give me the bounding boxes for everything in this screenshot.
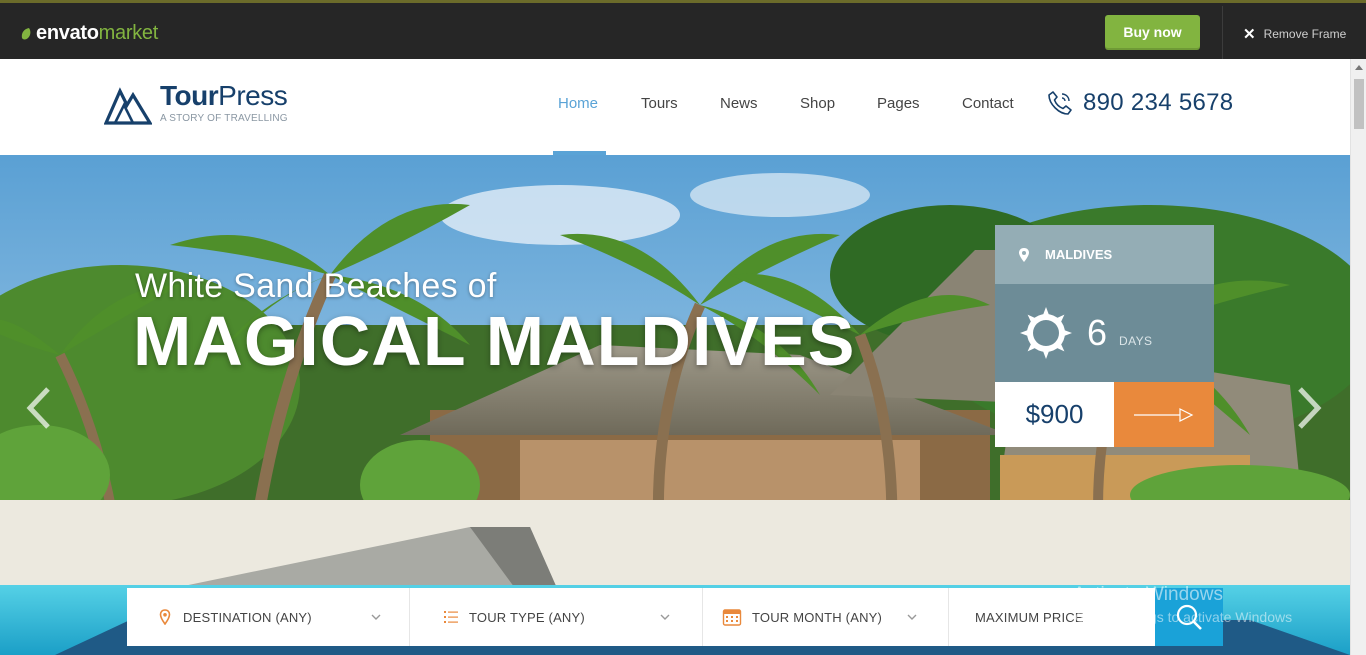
tour-card-location-label: MALDIVES (1045, 247, 1113, 262)
envato-frame-bar: envato market Buy now ✕ Remove Frame (0, 0, 1366, 62)
hero-slider: White Sand Beaches of MAGICAL MALDIVES M… (0, 155, 1350, 655)
logo-name-bold: Tour (160, 80, 219, 111)
windows-activation-watermark-hint: Go to Settings to activate Windows (1075, 609, 1293, 625)
scroll-up-icon[interactable] (1355, 65, 1363, 70)
search-divider (409, 588, 410, 646)
page-scrollbar[interactable] (1350, 59, 1366, 655)
max-price-label: MAXIMUM PRICE (975, 609, 1084, 625)
buy-now-button[interactable]: Buy now (1105, 15, 1200, 48)
site-header: TourPress A STORY OF TRAVELLING Home Tou… (0, 59, 1350, 155)
mountain-logo-icon (104, 87, 152, 125)
envato-logo-secondary: market (98, 22, 159, 44)
phone-icon (1048, 91, 1072, 115)
nav-item-shop[interactable]: Shop (800, 95, 835, 112)
leaf-icon (21, 27, 31, 39)
search-divider (948, 588, 949, 646)
nav-item-pages[interactable]: Pages (877, 95, 920, 112)
tour-card-duration: 6 DAYS (995, 284, 1214, 382)
chevron-down-icon (371, 614, 381, 620)
tour-days-value: 6 (1087, 312, 1108, 353)
envato-market-logo[interactable]: envato market (20, 22, 158, 45)
hero-title: MAGICAL MALDIVES (133, 302, 856, 380)
tour-month-select[interactable]: TOUR MONTH (ANY) (722, 588, 947, 646)
tour-search-bar: DESTINATION (ANY) TOUR TYPE (ANY) TOUR M… (127, 588, 1223, 646)
slider-next-icon[interactable] (1294, 385, 1324, 431)
nav-item-tours[interactable]: Tours (641, 95, 678, 112)
nav-item-news[interactable]: News (720, 95, 758, 112)
phone-contact[interactable]: 890 234 5678 (1046, 89, 1233, 117)
sun-icon (1020, 307, 1072, 359)
tour-type-select-value: TOUR TYPE (ANY) (469, 609, 585, 625)
calendar-icon (722, 609, 742, 626)
slider-prev-icon[interactable] (24, 385, 54, 431)
search-divider (702, 588, 703, 646)
tour-price: $900 (995, 382, 1114, 447)
arrow-right-icon (1134, 407, 1194, 422)
envato-logo-primary: envato (36, 22, 99, 44)
logo-tagline: A STORY OF TRAVELLING (160, 113, 288, 124)
tour-type-select[interactable]: TOUR TYPE (ANY) (443, 588, 703, 646)
nav-item-contact[interactable]: Contact (962, 95, 1014, 112)
close-icon: ✕ (1243, 26, 1256, 43)
windows-activation-watermark: Activate Windows (1073, 584, 1223, 605)
logo-name-light: Press (218, 80, 288, 111)
scrollbar-thumb[interactable] (1354, 79, 1364, 129)
list-icon (444, 611, 458, 623)
map-pin-icon (1019, 247, 1029, 262)
nav-item-home[interactable]: Home (558, 95, 598, 112)
phone-number: 890 234 5678 (1083, 89, 1234, 116)
tourpress-logo[interactable]: TourPress A STORY OF TRAVELLING (104, 80, 288, 125)
map-pin-icon (159, 609, 171, 625)
destination-select-value: DESTINATION (ANY) (183, 609, 312, 625)
destination-select[interactable]: DESTINATION (ANY) (157, 588, 409, 646)
frame-divider (1222, 6, 1223, 62)
chevron-down-icon (660, 614, 670, 620)
remove-frame-button[interactable]: ✕ Remove Frame (1243, 25, 1346, 43)
remove-frame-label: Remove Frame (1263, 27, 1347, 41)
view-tour-button[interactable] (1114, 382, 1214, 447)
tour-month-select-value: TOUR MONTH (ANY) (752, 609, 883, 625)
tour-days-label: DAYS (1119, 334, 1153, 348)
chevron-down-icon (907, 614, 917, 620)
tour-card-location[interactable]: MALDIVES (995, 225, 1214, 284)
